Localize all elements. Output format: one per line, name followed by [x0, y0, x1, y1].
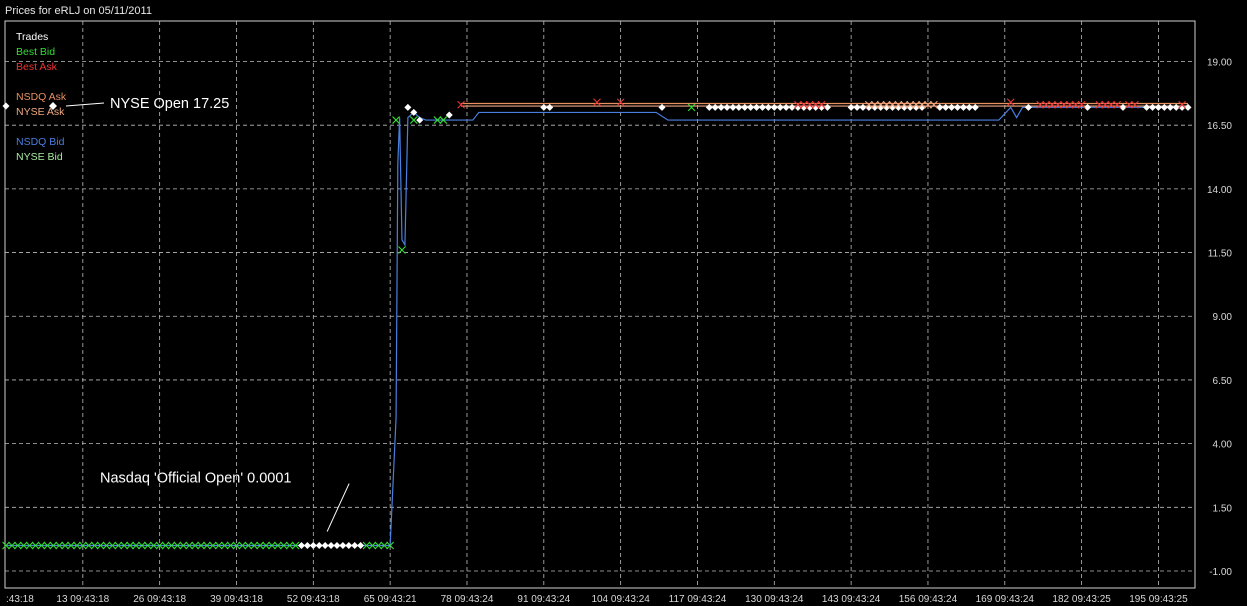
- x-tick-label: 195 09:43:25: [1129, 594, 1188, 605]
- y-tick-label: 4.00: [1213, 440, 1233, 451]
- y-tick-label: 6.50: [1213, 376, 1233, 387]
- x-tick-label: 91 09:43:24: [517, 594, 570, 605]
- x-tick-label: 65 09:43:21: [364, 594, 417, 605]
- x-tick-label: 130 09:43:24: [745, 594, 804, 605]
- x-tick-label: 117 09:43:24: [669, 594, 727, 605]
- x-tick-label: 169 09:43:24: [976, 594, 1035, 605]
- x-tick-label: 13 09:43:18: [56, 594, 109, 605]
- y-tick-label: 16.50: [1207, 121, 1232, 132]
- annotation-nyse-open: NYSE Open 17.25: [110, 96, 229, 112]
- y-tick-label: -1.00: [1209, 567, 1232, 578]
- y-tick-label: 19.00: [1207, 57, 1232, 68]
- legend-entry: NSDQ Bid: [16, 136, 65, 148]
- legend-entry: Trades: [16, 31, 48, 43]
- x-tick-label: 26 09:43:18: [133, 594, 186, 605]
- x-tick-label: 182 09:43:25: [1052, 594, 1111, 605]
- y-tick-label: 14.00: [1207, 185, 1232, 196]
- x-tick-label: 143 09:43:24: [822, 594, 881, 605]
- y-tick-label: 1.50: [1213, 503, 1233, 514]
- annotation-nasdaq-official-open: Nasdaq 'Official Open' 0.0001: [100, 471, 291, 487]
- x-tick-label: 39 09:43:18: [210, 594, 263, 605]
- legend-entry: NSDQ Ask: [16, 91, 67, 103]
- y-tick-label: 11.50: [1208, 249, 1233, 260]
- x-tick-label: :43:18: [6, 594, 34, 605]
- x-tick-label: 104 09:43:24: [591, 594, 650, 605]
- legend-entry: NYSE Bid: [16, 151, 63, 163]
- x-tick-label: 156 09:43:24: [899, 594, 958, 605]
- price-chart: Prices for eRLJ on 05/11/2011 :43:18 13 0…: [0, 0, 1247, 606]
- legend-entry: NYSE Ask: [16, 106, 65, 118]
- x-tick-label: 52 09:43:18: [287, 594, 340, 605]
- y-tick-label: 9.00: [1213, 312, 1233, 323]
- legend-entry: Best Bid: [16, 46, 55, 58]
- chart-background: [0, 0, 1247, 606]
- x-tick-label: 78 09:43:24: [441, 594, 494, 605]
- legend-entry: Best Ask: [16, 61, 58, 73]
- chart-title: Prices for eRLJ on 05/11/2011: [5, 5, 152, 17]
